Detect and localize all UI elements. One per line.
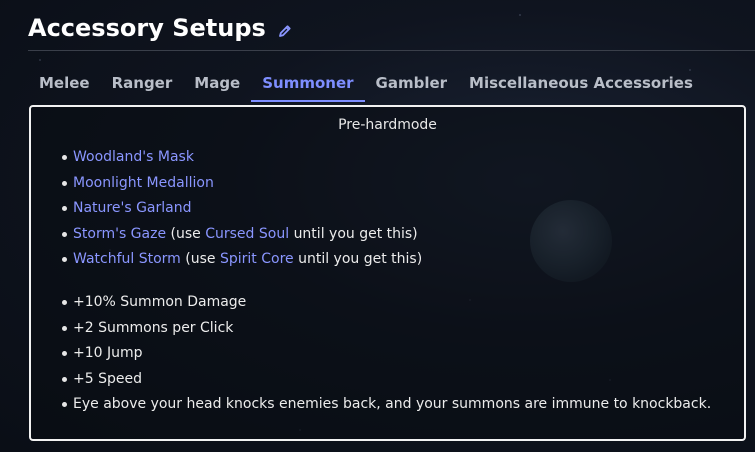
accessory-link[interactable]: Nature's Garland xyxy=(73,200,191,216)
tab-melee[interactable]: Melee xyxy=(28,66,101,102)
pencil-icon[interactable] xyxy=(278,23,292,37)
tab-miscellaneous-accessories[interactable]: Miscellaneous Accessories xyxy=(458,66,704,102)
tab-content-panel: Pre-hardmode Woodland's Mask Moonlight M… xyxy=(29,105,746,441)
list-item: Woodland's Mask xyxy=(61,148,422,174)
note-text: until you get this) xyxy=(298,251,423,267)
list-item: Storm's Gaze (use Cursed Soul until you … xyxy=(61,225,422,251)
accessory-link[interactable]: Watchful Storm xyxy=(73,251,181,267)
list-item: Watchful Storm (use Spirit Core until yo… xyxy=(61,250,423,276)
stat-item: +2 Summons per Click xyxy=(61,319,711,345)
note-text: (use xyxy=(170,225,201,242)
list-item: Moonlight Medallion xyxy=(61,174,422,200)
panel-title: Pre-hardmode xyxy=(338,117,437,133)
tab-ranger[interactable]: Ranger xyxy=(101,66,184,102)
page-title: Accessory Setups xyxy=(28,14,266,42)
tab-mage[interactable]: Mage xyxy=(183,66,251,102)
stat-item: Eye above your head knocks enemies back,… xyxy=(61,395,711,421)
note-text: (use xyxy=(185,251,216,267)
section-heading: Accessory Setups xyxy=(28,14,292,42)
tab-gambler[interactable]: Gambler xyxy=(365,66,459,102)
stat-item: +5 Speed xyxy=(61,370,711,396)
list-item: Nature's Garland xyxy=(61,199,422,225)
substitute-link[interactable]: Spirit Core xyxy=(220,251,294,267)
stat-item: +10 Jump xyxy=(61,344,711,370)
accessory-link[interactable]: Woodland's Mask xyxy=(73,149,194,165)
note-text: until you get this) xyxy=(293,225,418,242)
substitute-link[interactable]: Cursed Soul xyxy=(205,226,289,242)
accessory-list: Woodland's Mask Moonlight Medallion Natu… xyxy=(61,148,423,276)
accessory-link[interactable]: Moonlight Medallion xyxy=(73,175,214,191)
stat-item: +10% Summon Damage xyxy=(61,293,711,319)
tab-bar: Melee Ranger Mage Summoner Gambler Misce… xyxy=(28,66,704,102)
stats-list: +10% Summon Damage +2 Summons per Click … xyxy=(61,293,711,421)
tab-summoner[interactable]: Summoner xyxy=(251,66,365,102)
accessory-link[interactable]: Storm's Gaze xyxy=(73,226,166,242)
heading-divider xyxy=(28,50,755,51)
